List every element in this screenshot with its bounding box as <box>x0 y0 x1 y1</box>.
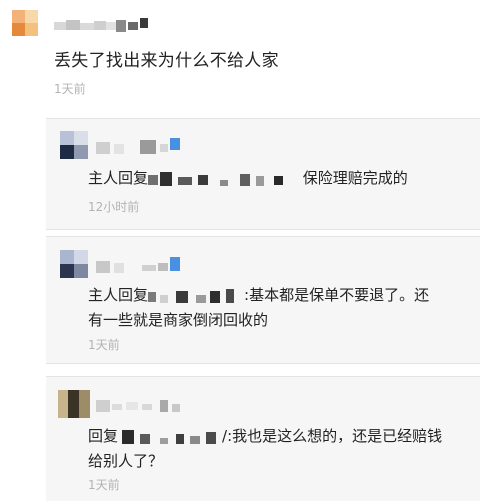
reply-text-3: 回复 /:我也是这么想的，还是已经赔钱 给别人了？ <box>88 424 442 474</box>
reply-tail-2: :基本都是保单不要退了。还 <box>244 286 430 304</box>
reply-text-1: 主人回复 保险理赔完成的 <box>88 166 408 191</box>
mention-mask-2[interactable] <box>148 288 244 303</box>
mention-mask-1[interactable] <box>148 171 298 186</box>
reply-time-1: 12小时前 <box>88 200 140 214</box>
reply-line2-2: 有一些就是商家倒闭回收的 <box>88 311 269 329</box>
reply-prefix-2: 主人回复 <box>88 286 149 304</box>
reply-avatar-1[interactable] <box>60 131 88 159</box>
reply-prefix-1: 主人回复 <box>88 169 149 187</box>
post-username[interactable] <box>54 18 154 32</box>
post-text: 丢失了找出来为什么不给人家 <box>54 51 279 71</box>
reply-tail-3: /:我也是这么想的，还是已经赔钱 <box>222 427 443 445</box>
reply-username-1[interactable] <box>96 138 186 154</box>
reply-avatar-3[interactable] <box>58 390 90 418</box>
reply-time-3: 1天前 <box>88 478 120 492</box>
reply-username-3[interactable] <box>96 398 186 414</box>
post-time: 1天前 <box>54 82 86 96</box>
reply-time-2: 1天前 <box>88 338 120 352</box>
reply-username-2[interactable] <box>96 257 186 273</box>
reply-text-2: 主人回复 :基本都是保单不要退了。还 有一些就是商家倒闭回收的 <box>88 283 429 333</box>
mention-mask-3[interactable] <box>118 429 222 444</box>
reply-avatar-2[interactable] <box>60 250 88 278</box>
post-avatar[interactable] <box>12 10 38 36</box>
reply-prefix-3: 回复 <box>88 427 119 445</box>
reply-line2-3: 给别人了？ <box>88 452 164 470</box>
reply-tail-1: 保险理赔完成的 <box>302 169 408 187</box>
